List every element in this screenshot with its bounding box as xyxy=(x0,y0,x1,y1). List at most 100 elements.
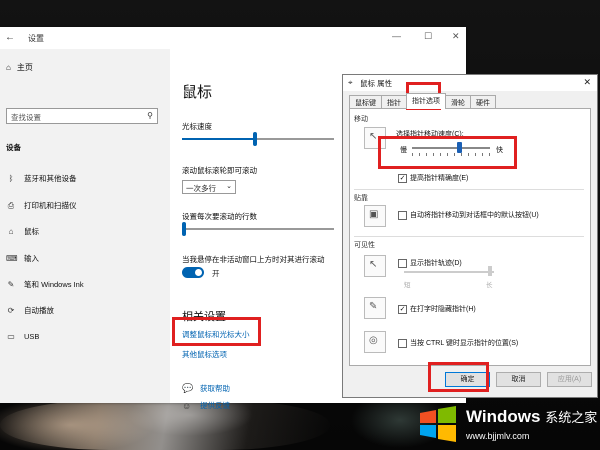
show-location-icon: ◎ xyxy=(364,331,386,353)
close-icon[interactable]: ✕ xyxy=(583,77,591,88)
trail-length-thumb xyxy=(488,266,492,276)
sidebar-item-label: 笔和 Windows Ink xyxy=(24,280,84,289)
sidebar-item-label: USB xyxy=(24,332,40,341)
highlight-ok-button xyxy=(428,362,489,392)
watermark: Windows 系统之家 www.bjjmlv.com xyxy=(412,398,600,450)
sidebar-item-label: 自动播放 xyxy=(24,306,54,315)
cursor-speed-slider[interactable] xyxy=(182,132,334,146)
highlight-speed-slider xyxy=(378,136,517,169)
mouse-icon: ⌖ xyxy=(348,78,353,87)
ctrl-location-checkbox[interactable]: 当按 CTRL 键时显示指针的位置(S) xyxy=(398,338,518,348)
checkbox-box xyxy=(398,210,407,220)
settings-sidebar: ⌂ 主页 查找设置 ⚲ 设备 ᛒ 蓝牙和其他设备 ⎙ 打印机和扫描仪 ⌂ 鼠标 … xyxy=(0,49,170,403)
highlight-other-mouse-options xyxy=(172,317,261,346)
settings-titlebar: ← 设置 — ☐ ✕ xyxy=(0,27,466,49)
link-additional-mouse-options[interactable]: 其他鼠标选项 xyxy=(182,349,227,360)
apply-button[interactable]: 应用(A) xyxy=(547,372,592,387)
visibility-group-label: 可见性 xyxy=(354,242,375,249)
checkbox-label: 自动将指针移动到对话框中的默认按钮(U) xyxy=(410,212,539,219)
devices-section-header: 设备 xyxy=(6,143,21,152)
help-label: 获取帮助 xyxy=(200,384,230,393)
settings-window-title: 设置 xyxy=(28,34,44,43)
tab-hardware[interactable]: 硬件 xyxy=(470,95,496,109)
sidebar-item-label: 输入 xyxy=(24,254,39,263)
sidebar-item-typing[interactable]: ⌨ 输入 xyxy=(6,253,39,264)
pointer-trails-icon: ↖ xyxy=(364,255,386,277)
printer-icon: ⎙ xyxy=(7,200,15,210)
tab-pointer-options[interactable]: 指针选项 xyxy=(406,93,446,109)
snap-group-label: 贴靠 xyxy=(354,195,368,202)
windows-logo-icon xyxy=(420,406,456,442)
maximize-icon[interactable]: ☐ xyxy=(424,31,432,42)
sidebar-item-label: 打印机和扫描仪 xyxy=(24,201,77,210)
checkbox-box: ✓ xyxy=(398,304,407,314)
short-label: 短 xyxy=(404,282,411,289)
checkbox-label: 提高指针精确度(E) xyxy=(410,175,469,182)
usb-icon: ▭ xyxy=(7,332,15,341)
feedback-label: 提供反馈 xyxy=(200,401,230,410)
close-icon[interactable]: ✕ xyxy=(452,31,460,42)
inactive-scroll-label: 当我悬停在非活动窗口上方时对其进行滚动 xyxy=(182,255,325,264)
sidebar-item-label: 蓝牙和其他设备 xyxy=(24,174,77,183)
watermark-url: www.bjjmlv.com xyxy=(466,431,530,441)
tab-pointers[interactable]: 指针 xyxy=(381,95,407,109)
checkbox-label: 在打字时隐藏指针(H) xyxy=(410,306,476,313)
give-feedback-link[interactable]: ☺ 提供反馈 xyxy=(182,400,230,411)
sidebar-item-pen[interactable]: ✎ 笔和 Windows Ink xyxy=(6,279,84,290)
page-title: 鼠标 xyxy=(182,84,213,101)
long-label: 长 xyxy=(486,282,493,289)
tab-wheel[interactable]: 滑轮 xyxy=(445,95,471,109)
sidebar-item-mouse[interactable]: ⌂ 鼠标 xyxy=(6,226,39,237)
scroll-wheel-value: 一次多行 xyxy=(186,184,216,193)
dialog-title: 鼠标 属性 xyxy=(360,79,393,88)
minimize-icon[interactable]: — xyxy=(392,31,401,41)
cancel-button[interactable]: 取消 xyxy=(496,372,541,387)
lines-to-scroll-slider[interactable] xyxy=(182,222,334,236)
sidebar-item-printers[interactable]: ⎙ 打印机和扫描仪 xyxy=(6,200,77,211)
home-icon: ⌂ xyxy=(6,63,11,72)
tab-buttons[interactable]: 鼠标键 xyxy=(349,95,382,109)
slider-thumb[interactable] xyxy=(182,222,186,236)
autoplay-icon: ⟳ xyxy=(7,306,15,315)
bluetooth-icon: ᛒ xyxy=(8,174,14,183)
trail-length-track xyxy=(404,271,494,273)
precision-checkbox[interactable]: ✓ 提高指针精确度(E) xyxy=(398,173,468,183)
sidebar-item-autoplay[interactable]: ⟳ 自动播放 xyxy=(6,305,54,316)
hide-while-typing-checkbox[interactable]: ✓ 在打字时隐藏指针(H) xyxy=(398,304,476,314)
snap-to-checkbox[interactable]: 自动将指针移动到对话框中的默认按钮(U) xyxy=(398,210,539,220)
sidebar-item-usb[interactable]: ▭ USB xyxy=(6,332,39,341)
feedback-icon: ☺ xyxy=(182,400,192,411)
mouse-icon: ⌂ xyxy=(8,227,14,236)
back-arrow-icon[interactable]: ← xyxy=(5,32,15,43)
pen-icon: ✎ xyxy=(7,280,15,289)
checkbox-box xyxy=(398,338,407,348)
home-label: 主页 xyxy=(16,63,33,72)
desktop-wallpaper-art xyxy=(0,400,330,450)
watermark-brand: Windows 系统之家 xyxy=(466,407,598,426)
cursor-speed-label: 光标速度 xyxy=(182,122,212,131)
divider xyxy=(354,236,584,237)
dialog-tabs: 鼠标键 指针 指针选项 滑轮 硬件 xyxy=(349,93,496,109)
sidebar-item-label: 鼠标 xyxy=(24,227,39,236)
scroll-wheel-label: 滚动鼠标滚轮即可滚动 xyxy=(182,166,257,175)
search-icon: ⚲ xyxy=(147,111,153,120)
motion-group-label: 移动 xyxy=(354,116,368,123)
keyboard-icon: ⌨ xyxy=(6,254,18,263)
toggle-state-label: 开 xyxy=(212,269,220,278)
scroll-wheel-dropdown[interactable]: 一次多行 ⌄ xyxy=(182,180,236,194)
slider-thumb[interactable] xyxy=(253,132,257,146)
checkbox-label: 当按 CTRL 键时显示指针的位置(S) xyxy=(410,340,519,347)
checkbox-box xyxy=(398,258,407,268)
dialog-titlebar: ⌖ 鼠标 属性 ✕ xyxy=(343,75,597,91)
search-input[interactable]: 查找设置 ⚲ xyxy=(6,108,158,124)
help-chat-icon: 💬 xyxy=(182,383,194,393)
get-help-link[interactable]: 💬 获取帮助 xyxy=(182,383,230,394)
search-placeholder: 查找设置 xyxy=(11,113,41,122)
sidebar-item-bluetooth[interactable]: ᛒ 蓝牙和其他设备 xyxy=(6,173,77,184)
slider-fill xyxy=(182,138,253,140)
pointer-trails-checkbox[interactable]: 显示指针轨迹(D) xyxy=(398,258,462,268)
sidebar-item-home[interactable]: ⌂ 主页 xyxy=(6,62,33,73)
lines-to-scroll-label: 设置每次要滚动的行数 xyxy=(182,212,257,221)
hide-pointer-icon: ✎ xyxy=(364,297,386,319)
inactive-scroll-toggle[interactable] xyxy=(182,267,204,278)
